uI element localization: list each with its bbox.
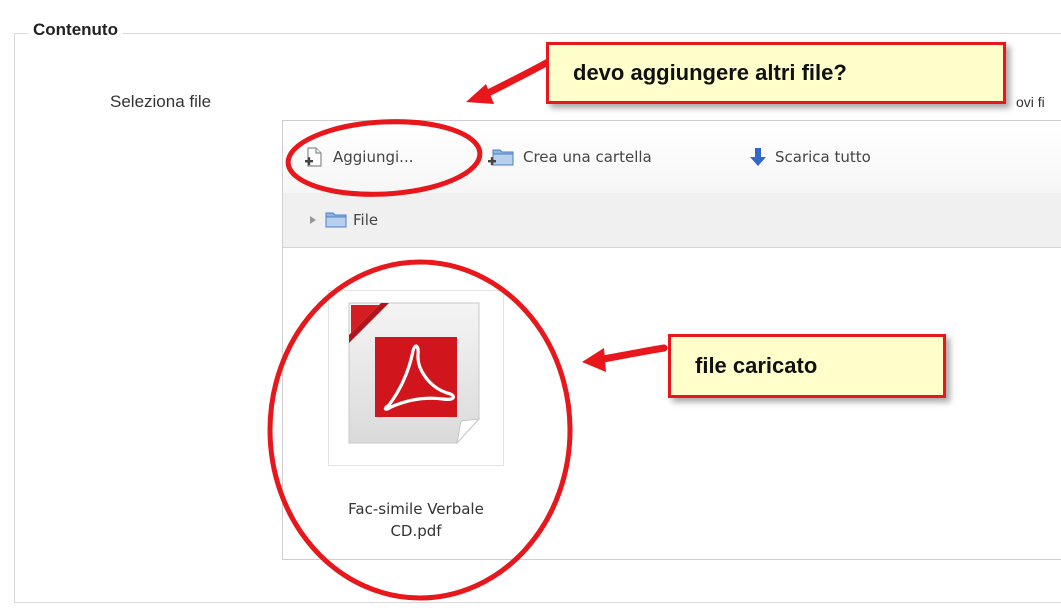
download-all-button[interactable]: Scarica tutto [749, 143, 871, 171]
fieldset-legend: Contenuto [28, 20, 123, 40]
path-bar: File [283, 193, 1061, 248]
file-tile[interactable] [328, 290, 504, 466]
add-file-label: Aggiungi... [333, 148, 414, 166]
create-folder-button[interactable]: Crea una cartella [487, 143, 652, 171]
file-thumbnail [328, 290, 504, 466]
file-name[interactable]: Fac-simile Verbale CD.pdf [300, 498, 532, 542]
folder-icon [325, 212, 347, 228]
file-manager-toolbar: Aggiungi... Crea una cartella Scarica tu… [283, 121, 1061, 194]
callout-add-more-files: devo aggiungere altri file? [546, 42, 1006, 104]
create-folder-label: Crea una cartella [523, 148, 652, 166]
truncated-hint-text: ovi fi [1016, 94, 1045, 110]
add-file-button[interactable]: Aggiungi... [303, 143, 413, 171]
pdf-icon [348, 302, 481, 445]
file-name-line1: Fac-simile Verbale [348, 500, 484, 518]
triangle-right-icon [310, 216, 316, 224]
callout-file-uploaded: file caricato [668, 334, 946, 398]
select-file-label: Seleziona file [110, 92, 212, 111]
arrow-down-icon [750, 148, 766, 166]
path-label: File [353, 211, 379, 229]
callout-add-more-files-text: devo aggiungere altri file? [573, 60, 847, 85]
folder-add-icon [488, 149, 514, 166]
file-add-icon [305, 147, 322, 167]
download-all-label: Scarica tutto [775, 148, 871, 166]
file-name-line2: CD.pdf [390, 522, 442, 540]
callout-file-uploaded-text: file caricato [695, 353, 818, 378]
path-node-file[interactable]: File [307, 211, 378, 229]
